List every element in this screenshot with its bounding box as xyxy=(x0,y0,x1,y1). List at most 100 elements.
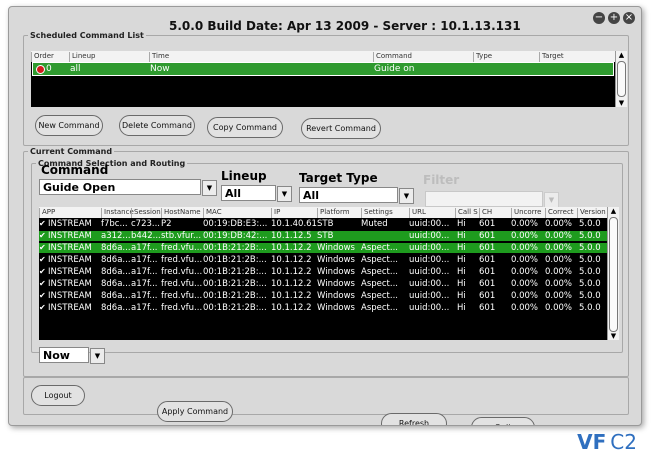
filter-label: Filter xyxy=(423,173,460,187)
cell-instance: 8d6a... xyxy=(101,243,131,253)
target-row[interactable]: ✔ INSTREAM 8d6a... a17f... fred.vfu... 00:1B:… xyxy=(39,303,607,313)
cell-host: P2 xyxy=(161,219,172,229)
target-row[interactable]: ✔ INSTREAM 8d6a... a17f... fred.vfu... 00:1B:… xyxy=(39,243,607,253)
col-ip[interactable]: IP xyxy=(271,208,280,218)
new-command-button[interactable]: New Command xyxy=(35,115,103,136)
row-order: 0 xyxy=(46,64,52,74)
cell-mac: 00:1B:21:2B:... xyxy=(203,303,267,313)
cell-ch: 601 xyxy=(479,255,496,265)
cell-mac: 00:1B:21:2B:... xyxy=(203,279,267,289)
target-row[interactable]: ✔ INSTREAM 8d6a... a17f... fred.vfu... 00:1B:… xyxy=(39,279,607,289)
col-mac[interactable]: MAC xyxy=(203,208,222,218)
cell-version: 5.0.0 xyxy=(579,219,601,229)
cell-corr: 0.00% xyxy=(545,279,573,289)
refresh-button[interactable]: Refresh xyxy=(381,413,447,425)
col-command[interactable]: Command xyxy=(373,52,412,62)
bottom-bar xyxy=(23,377,629,415)
cell-app: INSTREAM xyxy=(48,279,92,289)
current-command-legend: Current Command xyxy=(30,147,113,156)
targets-scroll-up-icon[interactable]: ▲ xyxy=(609,207,618,215)
target-row[interactable]: ✔ INSTREAM f7bc... c723... P2 00:19:DB:E3:...… xyxy=(39,219,607,229)
col-corrected[interactable]: Correct xyxy=(545,208,574,218)
col-hostname[interactable]: HostName xyxy=(161,208,201,218)
cell-session: a17f... xyxy=(131,279,158,289)
filter-select[interactable] xyxy=(425,191,543,207)
col-time[interactable]: Time xyxy=(149,52,169,62)
cell-platform: Windows xyxy=(317,279,355,289)
col-lineup[interactable]: Lineup xyxy=(69,52,95,62)
col-platform[interactable]: Platform xyxy=(317,208,350,218)
cell-host: fred.vfu... xyxy=(161,303,203,313)
cell-platform: Windows xyxy=(317,267,355,277)
cell-corr: 0.00% xyxy=(545,303,573,313)
targets-list[interactable]: ✔ INSTREAM f7bc... c723... P2 00:19:DB:E3:...… xyxy=(39,218,607,340)
cell-uncorr: 0.00% xyxy=(511,231,539,241)
col-target[interactable]: Target xyxy=(539,52,564,62)
target-row[interactable]: ✔ INSTREAM 8d6a... a17f... fred.vfu... 00:1B:… xyxy=(39,291,607,301)
scroll-thumb[interactable] xyxy=(617,61,626,97)
target-row[interactable]: ✔ INSTREAM 8d6a... a17f... fred.vfu... 00:1B:… xyxy=(39,267,607,277)
copy-command-button[interactable]: Copy Command xyxy=(207,117,283,138)
target-type-dropdown-icon[interactable]: ▼ xyxy=(399,188,414,204)
col-order[interactable]: Order xyxy=(31,52,54,62)
cell-url: uuid:00... xyxy=(409,279,450,289)
scroll-down-icon[interactable]: ▼ xyxy=(617,99,626,107)
close-icon[interactable]: × xyxy=(623,12,635,24)
col-instance[interactable]: Instance xyxy=(101,208,134,218)
filter-dropdown-icon[interactable]: ▼ xyxy=(544,192,559,208)
cell-version: 5.0.0 xyxy=(579,267,601,277)
target-type-select[interactable]: All xyxy=(299,187,398,203)
target-row[interactable]: ✔ INSTREAM a312... b442... stb.vfur... 00:19:… xyxy=(39,231,607,241)
cell-app: INSTREAM xyxy=(48,255,92,265)
cell-app: INSTREAM xyxy=(48,231,92,241)
targets-scroll-down-icon[interactable]: ▼ xyxy=(609,332,618,340)
cell-app: INSTREAM xyxy=(48,267,92,277)
delete-command-button[interactable]: Delete Command xyxy=(119,115,195,136)
col-session[interactable]: Session xyxy=(131,208,161,218)
cell-ip: 10.1.12.2 xyxy=(271,267,312,277)
cell-ch: 601 xyxy=(479,219,496,229)
quit-button[interactable]: Quit xyxy=(471,417,535,425)
targets-scroll-thumb[interactable] xyxy=(609,217,618,332)
cell-host: fred.vfu... xyxy=(161,279,203,289)
lineup-select[interactable]: All xyxy=(221,185,276,201)
command-label: Command xyxy=(41,163,109,177)
col-type[interactable]: Type xyxy=(473,52,492,62)
col-app[interactable]: APP xyxy=(39,208,55,218)
apply-command-button[interactable]: Apply Command xyxy=(157,401,233,422)
cell-uncorr: 0.00% xyxy=(511,255,539,265)
cell-corr: 0.00% xyxy=(545,291,573,301)
lineup-dropdown-icon[interactable]: ▼ xyxy=(277,186,292,202)
checkmark-icon: ✔ xyxy=(39,291,46,300)
target-row[interactable]: ✔ INSTREAM 8d6a... a17f... fred.vfu... 00:1B:… xyxy=(39,255,607,265)
scheduled-list[interactable]: 0 all Now Guide on xyxy=(31,62,615,107)
checkmark-icon: ✔ xyxy=(39,219,46,228)
revert-command-button[interactable]: Revert Command xyxy=(301,118,381,139)
minimize-icon[interactable]: − xyxy=(593,12,605,24)
col-version[interactable]: Version xyxy=(577,208,606,218)
time-dropdown-icon[interactable]: ▼ xyxy=(90,348,105,364)
col-uncorrected[interactable]: Uncorre xyxy=(511,208,541,218)
logout-button[interactable]: Logout xyxy=(31,385,85,406)
maximize-icon[interactable]: + xyxy=(608,12,620,24)
command-dropdown-icon[interactable]: ▼ xyxy=(202,180,217,196)
command-select[interactable]: Guide Open xyxy=(39,179,201,195)
window-controls: − + × xyxy=(593,12,635,24)
scheduled-row[interactable]: 0 all Now Guide on xyxy=(32,62,614,76)
cell-platform: Windows xyxy=(317,243,355,253)
cell-platform: Windows xyxy=(317,303,355,313)
col-call[interactable]: Call S xyxy=(455,208,478,218)
targets-scrollbar[interactable]: ▲ ▼ xyxy=(607,207,619,340)
scheduled-scrollbar[interactable]: ▲ ▼ xyxy=(615,51,627,107)
cell-uncorr: 0.00% xyxy=(511,291,539,301)
cell-call: Hi xyxy=(457,267,466,277)
col-url[interactable]: URL xyxy=(409,208,426,218)
col-settings[interactable]: Settings xyxy=(361,208,393,218)
checkmark-icon: ✔ xyxy=(39,303,46,312)
col-ch[interactable]: CH xyxy=(479,208,492,218)
scroll-up-icon[interactable]: ▲ xyxy=(617,51,626,59)
cell-settings: Aspect... xyxy=(361,279,398,289)
logo-suffix: C2 xyxy=(610,430,637,454)
checkmark-icon: ✔ xyxy=(39,279,46,288)
time-select[interactable]: Now xyxy=(39,347,89,363)
